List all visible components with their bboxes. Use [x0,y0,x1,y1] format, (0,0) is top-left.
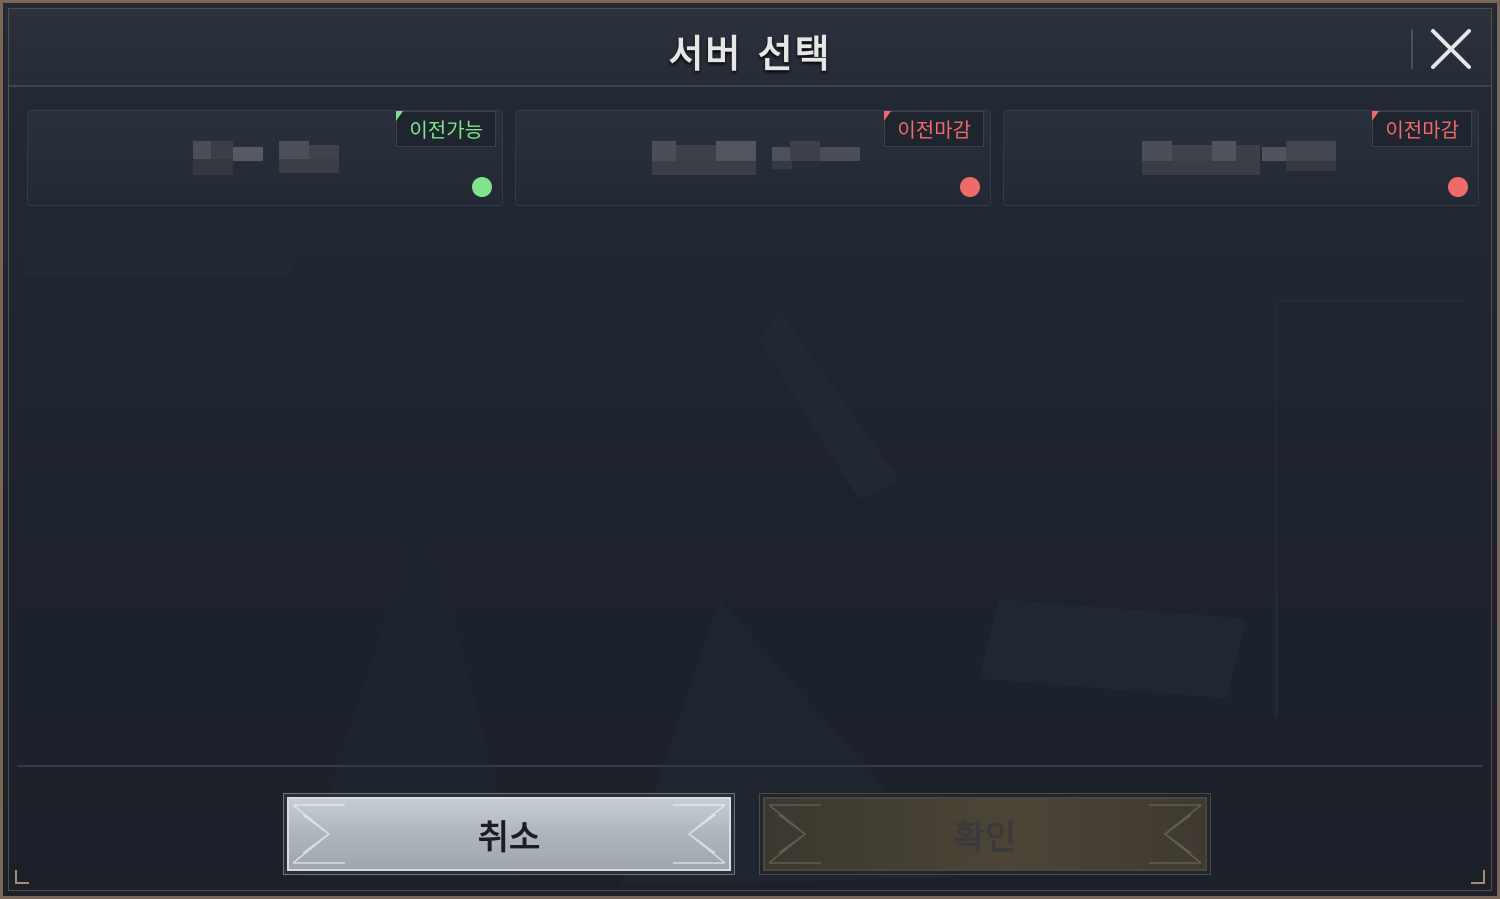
button-ornament [1149,804,1202,864]
dialog-header: 서버 선택 [9,9,1491,87]
footer-divider [17,765,1483,767]
server-card[interactable]: 이전마감 [515,110,991,206]
server-status-tag: 이전마감 [1372,111,1472,147]
button-ornament [673,804,726,864]
server-name-redacted [652,141,860,175]
header-divider [1411,29,1413,69]
server-card[interactable]: 이전가능 [27,110,503,206]
server-select-dialog: 서버 선택 이전가능 이전마감 이전마감 취소 확인 [0,0,1500,899]
dialog-title: 서버 선택 [668,32,832,76]
confirm-button[interactable]: 확인 [763,797,1207,871]
confirm-button-label: 확인 [953,817,1017,858]
server-list: 이전가능 이전마감 이전마감 [27,110,1479,206]
cancel-button[interactable]: 취소 [287,797,731,871]
server-status-tag: 이전가능 [396,111,496,147]
server-card[interactable]: 이전마감 [1003,110,1479,206]
server-status-dot [960,177,980,197]
button-ornament [292,804,345,864]
frame-corner [1471,870,1485,884]
close-button[interactable] [1425,23,1477,75]
server-status-dot [472,177,492,197]
close-icon [1431,29,1471,69]
server-status-tag: 이전마감 [884,111,984,147]
server-status-dot [1448,177,1468,197]
cancel-button-label: 취소 [477,817,541,858]
frame-corner [15,870,29,884]
server-name-redacted [193,141,339,175]
button-ornament [768,804,821,864]
server-name-redacted [1142,141,1336,175]
